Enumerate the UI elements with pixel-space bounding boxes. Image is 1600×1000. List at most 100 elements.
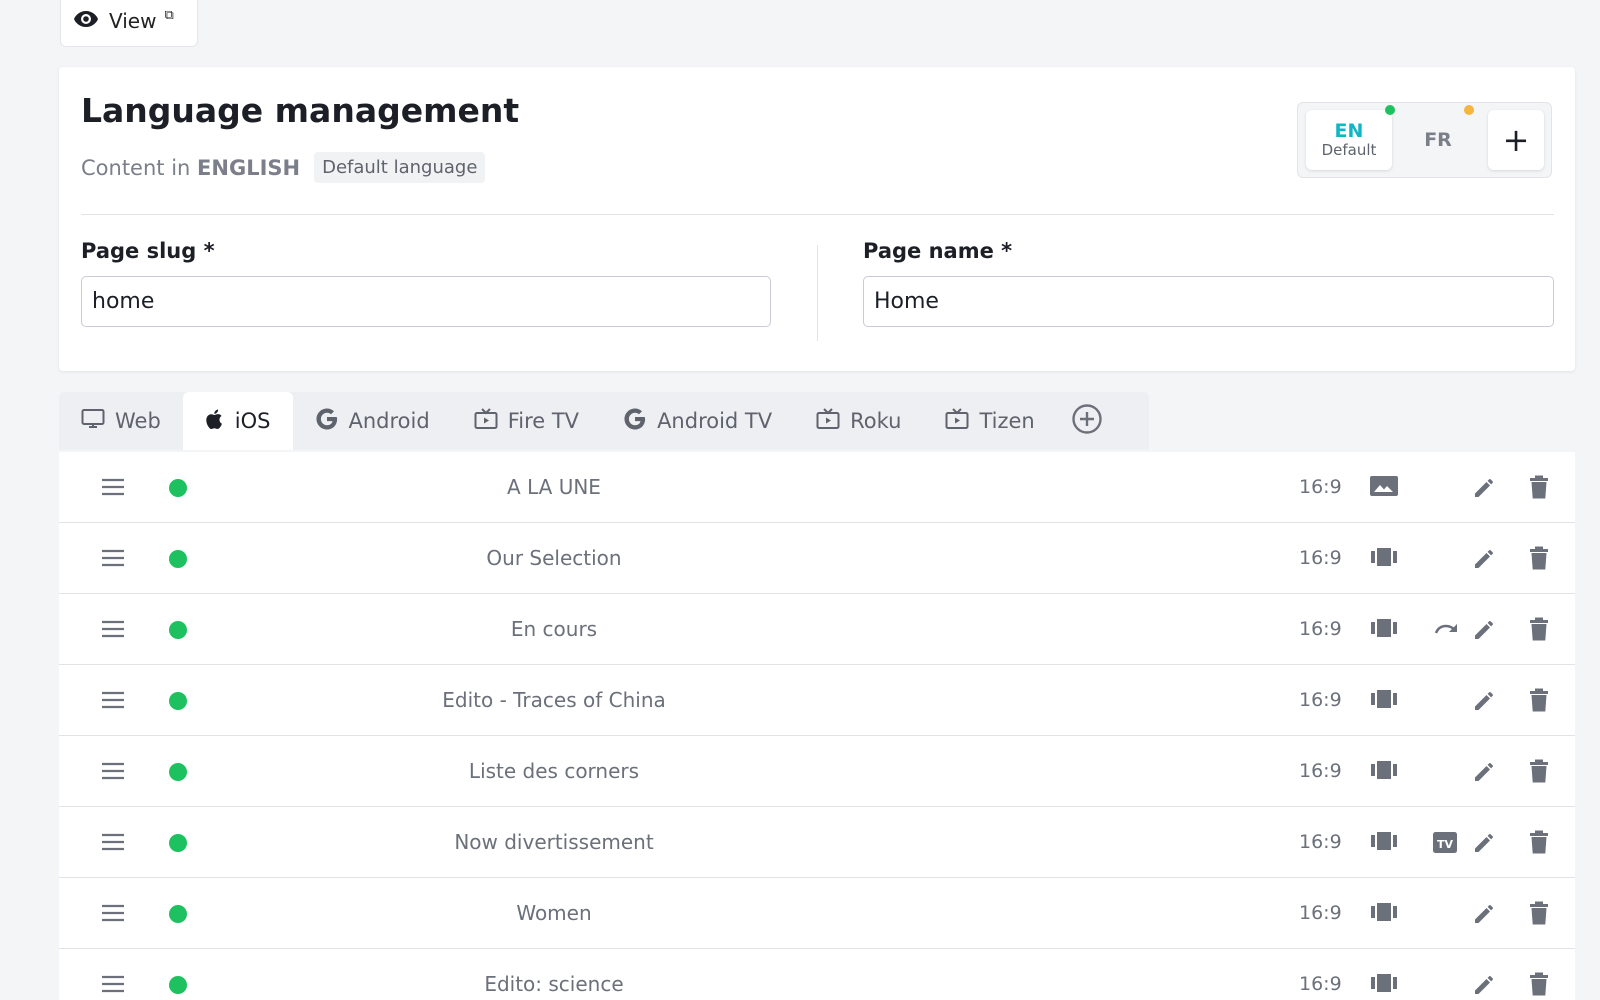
view-button[interactable]: View ⧉ [60, 0, 198, 47]
delete-icon[interactable] [1527, 615, 1551, 647]
status-dot [169, 479, 187, 497]
content-prefix: Content in [81, 155, 191, 180]
section-list: A LA UNE 16:9 Our Selection 16:9 En cour… [59, 452, 1575, 1000]
language-card: Language management Content in ENGLISH D… [59, 67, 1575, 371]
aspect-ratio: 16:9 [1299, 547, 1342, 569]
default-language-tag: Default language [314, 152, 486, 183]
section-title: En cours [510, 617, 598, 641]
carousel-icon [1369, 687, 1399, 715]
tv-badge-text: TV [1437, 838, 1454, 851]
section-row: Edito - Traces of China 16:9 [59, 665, 1575, 736]
field-separator [817, 245, 818, 341]
carousel-icon [1369, 758, 1399, 786]
platform-tabs: Web iOS Android Fire TV Android TV Roku … [59, 392, 1149, 450]
tab-web[interactable]: Web [59, 392, 183, 450]
plus-circle-icon [1071, 403, 1103, 439]
aspect-ratio: 16:9 [1299, 831, 1342, 853]
page-name-label: Page name * [863, 239, 1013, 263]
section-title: A LA UNE [507, 475, 601, 499]
status-dot [169, 621, 187, 639]
status-dot [169, 550, 187, 568]
delete-icon[interactable] [1527, 686, 1551, 718]
tab-tizen[interactable]: Tizen [923, 392, 1056, 450]
drag-handle-icon[interactable] [100, 760, 126, 786]
carousel-icon [1369, 616, 1399, 644]
content-language: ENGLISH [197, 155, 301, 180]
status-dot [169, 976, 187, 994]
drag-handle-icon[interactable] [100, 547, 126, 573]
page-name-input[interactable] [863, 276, 1554, 327]
delete-icon[interactable] [1527, 970, 1551, 1000]
tv-icon [945, 407, 969, 435]
language-fr-button[interactable]: FR [1398, 110, 1478, 170]
edit-icon[interactable] [1471, 473, 1499, 505]
tab-android-tv[interactable]: Android TV [601, 392, 794, 450]
tv-icon [474, 407, 498, 435]
tab-label: Android TV [657, 409, 773, 433]
aspect-ratio: 16:9 [1299, 760, 1342, 782]
tv-badge-icon[interactable]: TV [1432, 829, 1458, 859]
section-title: Edito - Traces of China [442, 688, 666, 712]
section-title: Liste des corners [468, 759, 640, 783]
delete-icon[interactable] [1527, 473, 1551, 505]
image-icon [1369, 474, 1399, 502]
en-status-dot [1385, 105, 1395, 115]
carousel-icon [1369, 971, 1399, 999]
section-title: Our Selection [486, 546, 622, 570]
monitor-icon [81, 408, 105, 435]
edit-icon[interactable] [1471, 757, 1499, 789]
drag-handle-icon[interactable] [100, 476, 126, 502]
tab-fire-tv[interactable]: Fire TV [452, 392, 601, 450]
tab-roku[interactable]: Roku [794, 392, 923, 450]
language-switcher: EN Default FR + [1297, 102, 1552, 178]
section-title: Edito: science [484, 972, 624, 996]
tab-label: Tizen [979, 409, 1035, 433]
section-row: En cours 16:9 [59, 594, 1575, 665]
edit-icon[interactable] [1471, 544, 1499, 576]
drag-handle-icon[interactable] [100, 689, 126, 715]
section-row: Our Selection 16:9 [59, 523, 1575, 594]
carousel-icon [1369, 829, 1399, 857]
page-slug-label: Page slug * [81, 239, 215, 263]
drag-handle-icon[interactable] [100, 831, 126, 857]
tab-android[interactable]: Android [293, 392, 452, 450]
delete-icon[interactable] [1527, 828, 1551, 860]
aspect-ratio: 16:9 [1299, 476, 1342, 498]
section-row: Liste des corners 16:9 [59, 736, 1575, 807]
status-dot [169, 905, 187, 923]
page-slug-input[interactable] [81, 276, 771, 327]
content-language-line: Content in ENGLISH Default language [81, 152, 486, 183]
aspect-ratio: 16:9 [1299, 618, 1342, 640]
page-root: View ⧉ Language management Content in EN… [0, 0, 1600, 1000]
aspect-ratio: 16:9 [1299, 689, 1342, 711]
section-row: A LA UNE 16:9 [59, 452, 1575, 523]
status-dot [169, 692, 187, 710]
section-row: Women 16:9 [59, 878, 1575, 949]
drag-handle-icon[interactable] [100, 618, 126, 644]
tab-label: Roku [850, 409, 902, 433]
section-row: Now divertissement 16:9 TV [59, 807, 1575, 878]
fr-status-dot [1464, 105, 1474, 115]
language-en-button[interactable]: EN Default [1306, 110, 1392, 170]
add-platform-button[interactable] [1057, 392, 1117, 450]
divider [81, 214, 1554, 215]
drag-handle-icon[interactable] [100, 973, 126, 999]
edit-icon[interactable] [1471, 615, 1499, 647]
language-en-label: Default [1321, 141, 1377, 160]
external-link-icon: ⧉ [164, 8, 174, 23]
delete-icon[interactable] [1527, 899, 1551, 931]
edit-icon[interactable] [1471, 899, 1499, 931]
tab-label: Web [115, 409, 161, 433]
drag-handle-icon[interactable] [100, 902, 126, 928]
edit-icon[interactable] [1471, 970, 1499, 1000]
google-icon [623, 407, 647, 436]
delete-icon[interactable] [1527, 544, 1551, 576]
delete-icon[interactable] [1527, 757, 1551, 789]
redo-icon[interactable] [1432, 616, 1462, 644]
status-dot [169, 834, 187, 852]
edit-icon[interactable] [1471, 686, 1499, 718]
tab-label: iOS [234, 409, 271, 433]
add-language-button[interactable]: + [1488, 110, 1544, 170]
tab-ios[interactable]: iOS [182, 392, 293, 450]
edit-icon[interactable] [1471, 828, 1499, 860]
